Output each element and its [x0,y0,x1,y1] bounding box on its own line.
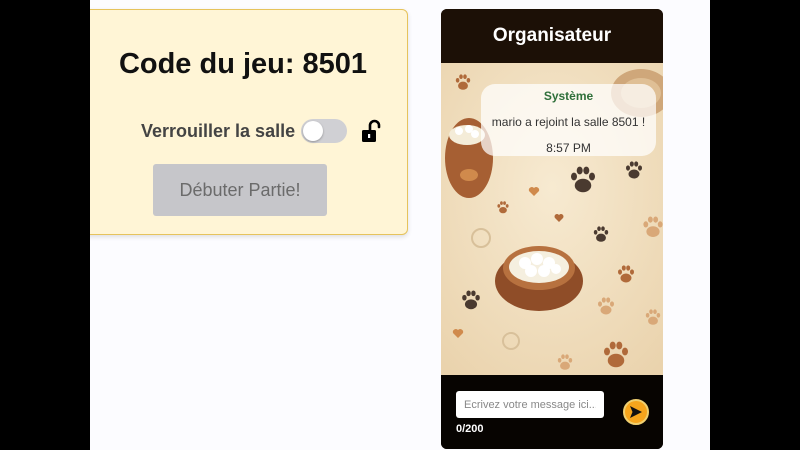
lock-room-label: Verrouiller la salle [141,120,296,141]
chat-message-input[interactable] [456,391,604,418]
chat-panel: Organisateur Système mario a rejoint la … [441,9,663,449]
char-counter: 0/200 [456,423,484,435]
game-code-value: 8501 [302,48,368,80]
start-game-button[interactable]: Débuter Partie! [153,164,327,216]
message-time: 8:57 PM [546,141,591,155]
toggle-knob [303,121,324,141]
game-code-card: Code du jeu: 8501 Verrouiller la salle Dé… [90,9,408,235]
game-code-label: Code du jeu: [118,48,295,80]
send-button[interactable] [623,399,649,425]
message-text: mario a rejoint la salle 8501 ! [491,115,646,129]
send-arrow-icon [630,406,642,418]
chat-footer: 0/200 [441,375,663,449]
chat-messages-area[interactable]: Système mario a rejoint la salle 8501 ! … [441,63,663,375]
game-code-title: Code du jeu: 8501 [90,48,407,81]
unlocked-padlock-icon [362,119,381,142]
app-viewport: Code du jeu: 8501 Verrouiller la salle Dé… [90,0,710,450]
chat-header-title: Organisateur [441,9,663,63]
lock-room-row: Verrouiller la salle [141,118,383,144]
message-author: Système [543,89,594,103]
lock-room-toggle[interactable] [301,119,348,143]
chat-message: Système mario a rejoint la salle 8501 ! … [481,84,656,156]
